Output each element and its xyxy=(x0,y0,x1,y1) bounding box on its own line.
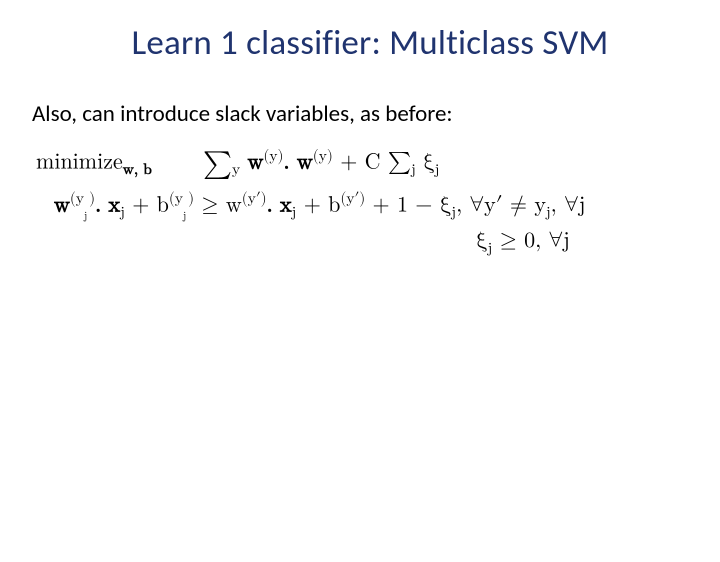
w4-sup: (y′) xyxy=(242,191,267,206)
forall-y: , ∀y′ ≠ y xyxy=(456,194,546,216)
minimize-sub: w, b xyxy=(123,162,152,177)
constraint-line: w(yj ). xj + b(yj ) ≥ w(y′). xj + b(y′) … xyxy=(54,187,720,225)
plus-one-xi: + 1 − ξ xyxy=(365,194,451,216)
plus-b2: + b xyxy=(296,194,340,216)
slide-title: Learn 1 classifier: Multiclass SVM xyxy=(60,22,680,64)
geq0: ≥ 0, ∀j xyxy=(492,230,570,252)
forall-j1: , ∀j xyxy=(551,194,586,216)
w1-sup: (y) xyxy=(263,148,283,163)
w1: w xyxy=(247,152,263,174)
b1-sup: (yj ) xyxy=(169,191,194,206)
x1: . x xyxy=(95,194,120,216)
geq-w: ≥ w xyxy=(194,194,242,216)
objective-line: minimizew, b ∑y w(y). w(y) + C ∑j ξj xyxy=(36,144,720,187)
plus-b1: + b xyxy=(125,194,169,216)
formula-block: minimizew, b ∑y w(y). w(y) + C ∑j ξj w(y… xyxy=(36,144,720,260)
xi3: ξ xyxy=(476,230,488,252)
nonneg-line: ξj ≥ 0, ∀j xyxy=(476,224,720,260)
plus-c: + C ∑ xyxy=(333,152,411,174)
sum1-sub: y xyxy=(232,162,240,177)
w2-sup: (y) xyxy=(313,148,333,163)
sum1: ∑ xyxy=(203,151,232,178)
w3: w xyxy=(54,194,70,216)
intro-text: Also, can introduce slack variables, as … xyxy=(32,100,720,128)
x2: . x xyxy=(267,194,292,216)
xi1-sub: j xyxy=(435,162,440,177)
xi1: ξ xyxy=(416,152,435,174)
w2: . w xyxy=(283,152,312,174)
minimize-word: minimize xyxy=(36,152,123,174)
b2-sup: (y′) xyxy=(340,191,365,206)
w3-sup: (yj ) xyxy=(70,191,95,206)
